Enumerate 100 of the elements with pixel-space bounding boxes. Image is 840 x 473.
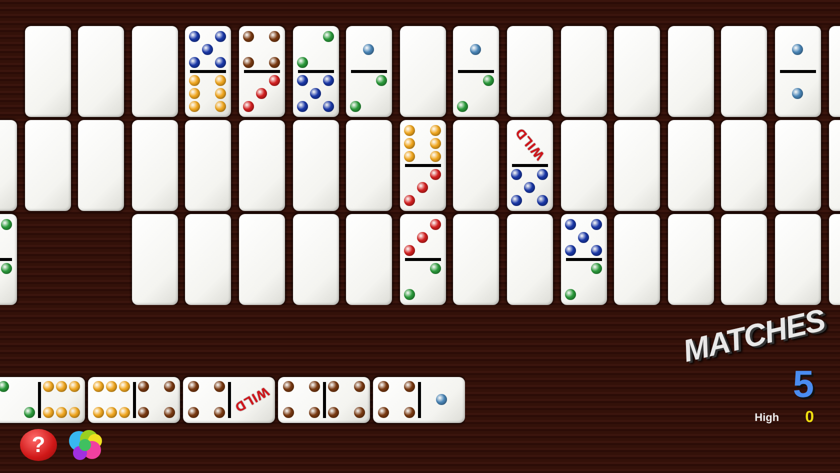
pip-icon (215, 56, 226, 68)
domino-tile[interactable] (373, 377, 465, 423)
face-down-tile[interactable] (132, 26, 178, 117)
pip-icon (164, 407, 174, 418)
pip-icon (189, 100, 200, 112)
face-down-tile[interactable] (506, 26, 553, 117)
pip-icon (189, 74, 200, 86)
pip-icon (510, 168, 522, 180)
pip-icon (404, 150, 415, 162)
pip-icon (296, 56, 308, 68)
face-down-tile[interactable] (774, 120, 821, 211)
face-down-tile[interactable] (78, 26, 124, 117)
face-down-tile[interactable] (24, 120, 71, 211)
help-button[interactable]: ? (20, 429, 57, 461)
pip-icon (404, 407, 414, 418)
face-down-tile[interactable] (614, 214, 660, 305)
pip-icon (378, 407, 388, 418)
domino-tile[interactable] (774, 26, 821, 117)
pip-icon (524, 182, 535, 192)
domino-tile[interactable] (292, 26, 339, 117)
face-down-tile[interactable] (185, 214, 232, 305)
pip-icon (430, 138, 441, 148)
pip-icon (416, 182, 428, 192)
face-down-tile[interactable] (132, 120, 178, 211)
face-down-tile[interactable] (400, 26, 446, 117)
pip-icon (0, 381, 8, 392)
pip-icon (1, 218, 12, 230)
face-down-tile[interactable] (292, 214, 339, 305)
pip-icon (564, 218, 576, 230)
color-bubbles-icon[interactable] (67, 428, 105, 462)
pip-icon (308, 381, 320, 392)
domino-tile[interactable] (0, 377, 85, 423)
pip-icon (564, 288, 576, 300)
domino-tile[interactable] (400, 120, 446, 211)
pip-icon (792, 88, 803, 98)
face-down-tile[interactable] (614, 120, 660, 211)
domino-tile[interactable] (400, 214, 446, 305)
face-down-tile[interactable] (506, 214, 553, 305)
face-down-tile[interactable] (668, 214, 714, 305)
face-down-tile[interactable] (721, 26, 768, 117)
pip-icon (92, 381, 104, 392)
pip-icon (404, 288, 415, 300)
pip-icon (189, 88, 200, 98)
pip-icon (282, 407, 294, 418)
pip-icon (404, 381, 414, 392)
pip-icon (256, 88, 267, 98)
pip-icon (378, 381, 388, 392)
face-down-tile[interactable] (453, 120, 500, 211)
domino-tile[interactable] (346, 26, 392, 117)
pip-icon (430, 218, 441, 230)
pip-icon (536, 194, 548, 206)
domino-tile[interactable] (88, 377, 180, 423)
domino-tile[interactable] (278, 377, 370, 423)
face-down-tile[interactable] (346, 214, 392, 305)
pip-icon (189, 30, 200, 42)
pip-icon (578, 232, 589, 242)
pip-icon (268, 74, 280, 86)
pip-icon (354, 407, 364, 418)
pip-icon (68, 381, 80, 392)
pip-icon (510, 194, 522, 206)
pip-icon (430, 150, 441, 162)
face-down-tile[interactable] (185, 120, 232, 211)
domino-tile[interactable] (453, 26, 500, 117)
pip-icon (56, 381, 66, 392)
domino-tile[interactable] (560, 214, 607, 305)
pip-icon (354, 381, 364, 392)
face-down-tile[interactable] (560, 26, 607, 117)
pip-icon (68, 407, 80, 418)
pip-icon (430, 262, 441, 274)
face-down-tile[interactable] (668, 120, 714, 211)
face-down-tile[interactable] (78, 120, 124, 211)
face-down-tile[interactable] (238, 120, 285, 211)
face-down-tile[interactable] (721, 214, 768, 305)
pip-icon (404, 138, 415, 148)
pip-icon (268, 30, 280, 42)
face-down-tile[interactable] (453, 214, 500, 305)
face-down-tile[interactable] (668, 26, 714, 117)
pip-icon (363, 44, 374, 54)
pip-icon (350, 100, 362, 112)
pip-icon (118, 381, 130, 392)
face-down-tile[interactable] (292, 120, 339, 211)
face-down-tile[interactable] (721, 120, 768, 211)
pip-icon (56, 407, 66, 418)
pip-icon (92, 407, 104, 418)
domino-tile[interactable] (238, 26, 285, 117)
face-down-tile[interactable] (24, 26, 71, 117)
pip-icon (322, 30, 334, 42)
pip-icon (189, 56, 200, 68)
face-down-tile[interactable] (560, 120, 607, 211)
domino-tile[interactable] (185, 26, 232, 117)
pip-icon (215, 88, 226, 98)
pip-icon (214, 407, 224, 418)
face-down-tile[interactable] (614, 26, 660, 117)
face-down-tile[interactable] (132, 214, 178, 305)
face-down-tile[interactable] (346, 120, 392, 211)
pip-icon (282, 381, 294, 392)
pip-icon (1, 262, 12, 274)
face-down-tile[interactable] (238, 214, 285, 305)
pip-icon (106, 381, 116, 392)
face-down-tile[interactable] (774, 214, 821, 305)
